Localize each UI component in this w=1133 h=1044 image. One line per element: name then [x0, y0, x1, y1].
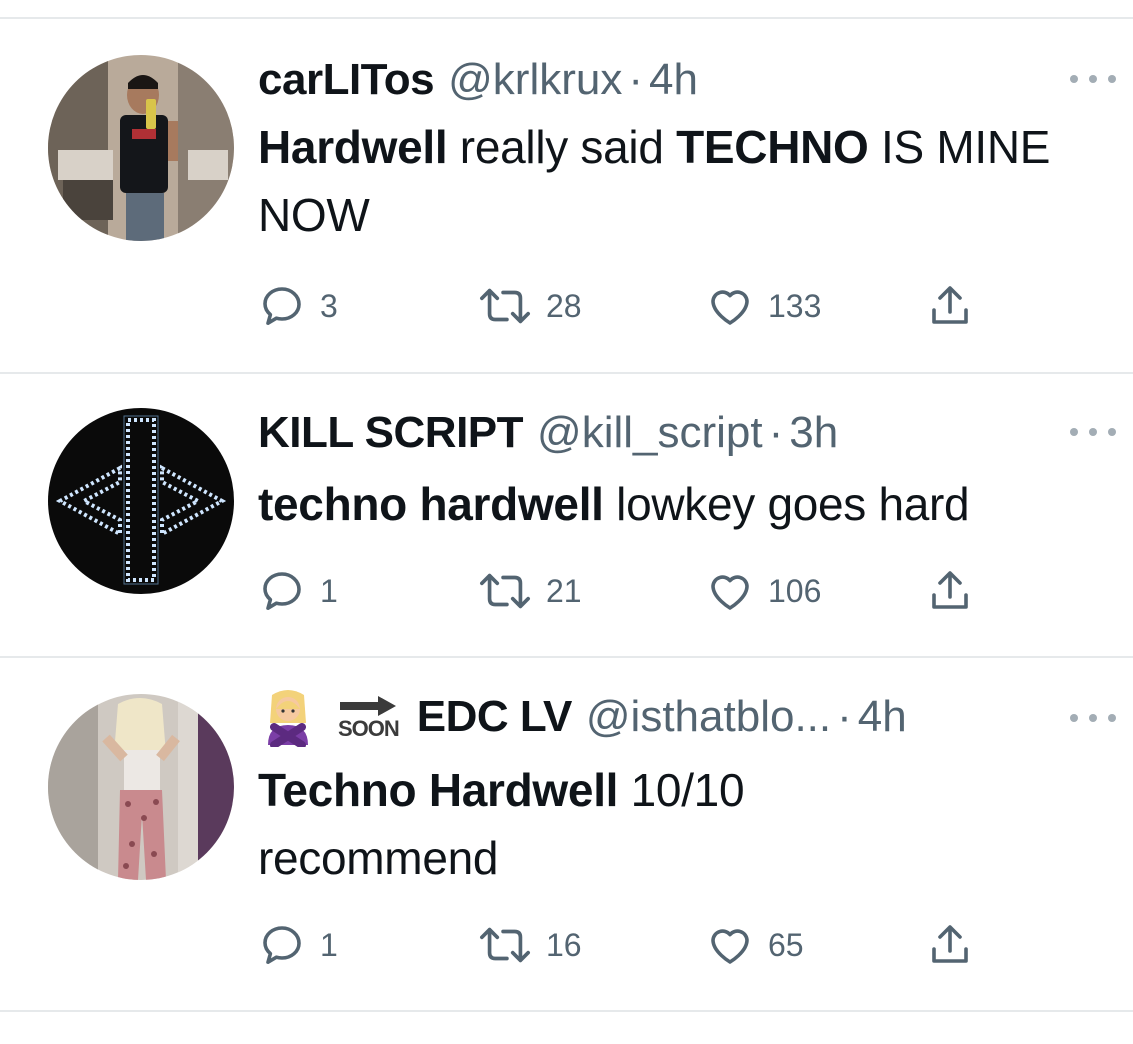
heart-icon [711, 290, 749, 325]
avatar[interactable] [48, 55, 234, 241]
person-selfie-photo-icon [48, 55, 234, 241]
text-plain: 10/10 [618, 764, 745, 816]
tweet[interactable]: SOON EDC LV @isthatblo... · 4h Techno Ha… [0, 658, 1133, 1010]
text-plain: recommend [258, 832, 499, 884]
like-button[interactable]: 65 [706, 920, 804, 970]
text-plain: really said [447, 121, 677, 173]
share-button[interactable] [926, 920, 974, 970]
tweet-header: KILL SCRIPT @kill_script · 3h [258, 408, 838, 458]
like-count: 65 [768, 926, 804, 963]
retweet-icon [480, 288, 530, 324]
share-button[interactable] [926, 281, 974, 331]
share-button[interactable] [926, 566, 974, 616]
text-bold: TECHNO [676, 121, 869, 173]
tweet[interactable]: KILL SCRIPT @kill_script · 3h techno har… [0, 374, 1133, 656]
tweet-text: Hardwell really said TECHNO IS MINE NOW [258, 113, 1108, 249]
reply-icon [263, 572, 301, 610]
reply-count: 1 [320, 572, 338, 609]
like-button[interactable]: 133 [706, 281, 821, 331]
user-handle[interactable]: @krlkrux [448, 55, 622, 105]
retweet-count: 16 [546, 926, 582, 963]
tweet[interactable]: carLITos @krlkrux · 4h Hardwell really s… [0, 19, 1133, 372]
more-options-icon[interactable] [1070, 69, 1116, 89]
separator-dot: · [768, 408, 784, 457]
like-count: 106 [768, 572, 822, 609]
arrow-right-icon [340, 696, 397, 716]
tweet-text: techno hardwell lowkey goes hard [258, 470, 1108, 538]
display-name[interactable]: EDC LV [417, 692, 573, 742]
soon-label: SOON [338, 716, 400, 741]
retweet-icon [480, 573, 530, 609]
separator-dot: · [628, 55, 643, 104]
timestamp[interactable]: 4h [858, 692, 907, 742]
reply-button[interactable]: 1 [258, 566, 338, 616]
reply-count: 3 [320, 287, 338, 324]
reply-count: 1 [320, 926, 338, 963]
heart-icon [711, 575, 749, 610]
retweet-button[interactable]: 28 [478, 281, 582, 331]
more-options-icon[interactable] [1070, 422, 1116, 442]
neon-arrows-logo-icon [48, 408, 234, 594]
soon-arrow-emoji-icon: SOON [338, 694, 400, 741]
timestamp[interactable]: 3h [789, 408, 838, 458]
heart-icon [711, 929, 749, 964]
avatar[interactable] [48, 694, 234, 880]
share-icon [932, 286, 968, 324]
retweet-button[interactable]: 21 [478, 566, 582, 616]
name-emojis: SOON [258, 687, 417, 747]
retweet-button[interactable]: 16 [478, 920, 582, 970]
retweet-count: 28 [546, 287, 582, 324]
tweet-text: Techno Hardwell 10/10 recommend [258, 756, 878, 892]
display-name[interactable]: carLITos [258, 55, 435, 105]
person-gesturing-no-emoji-icon [268, 690, 308, 747]
tweet-header: SOON EDC LV @isthatblo... · 4h [258, 690, 907, 747]
bottom-divider [0, 1010, 1133, 1012]
share-icon [932, 571, 968, 609]
user-handle[interactable]: @isthatblo... [586, 692, 831, 742]
text-plain: lowkey goes hard [603, 478, 970, 530]
reply-icon [263, 287, 301, 325]
more-options-icon[interactable] [1070, 708, 1116, 728]
separator-dot: · [837, 692, 852, 741]
text-bold: Techno Hardwell [258, 764, 619, 816]
tweet-header: carLITos @krlkrux · 4h [258, 55, 698, 105]
reply-button[interactable]: 1 [258, 920, 338, 970]
retweet-count: 21 [546, 572, 582, 609]
text-bold: techno hardwell [258, 478, 604, 530]
like-count: 133 [768, 287, 822, 324]
reply-icon [263, 926, 301, 964]
like-button[interactable]: 106 [706, 566, 821, 616]
reply-button[interactable]: 3 [258, 281, 338, 331]
avatar[interactable] [48, 408, 234, 594]
retweet-icon [480, 927, 530, 963]
person-back-photo-icon [48, 694, 234, 880]
user-handle[interactable]: @kill_script [537, 408, 763, 458]
display-name[interactable]: KILL SCRIPT [258, 408, 524, 458]
timestamp[interactable]: 4h [649, 55, 698, 105]
text-bold: Hardwell [258, 121, 448, 173]
share-icon [932, 925, 968, 963]
